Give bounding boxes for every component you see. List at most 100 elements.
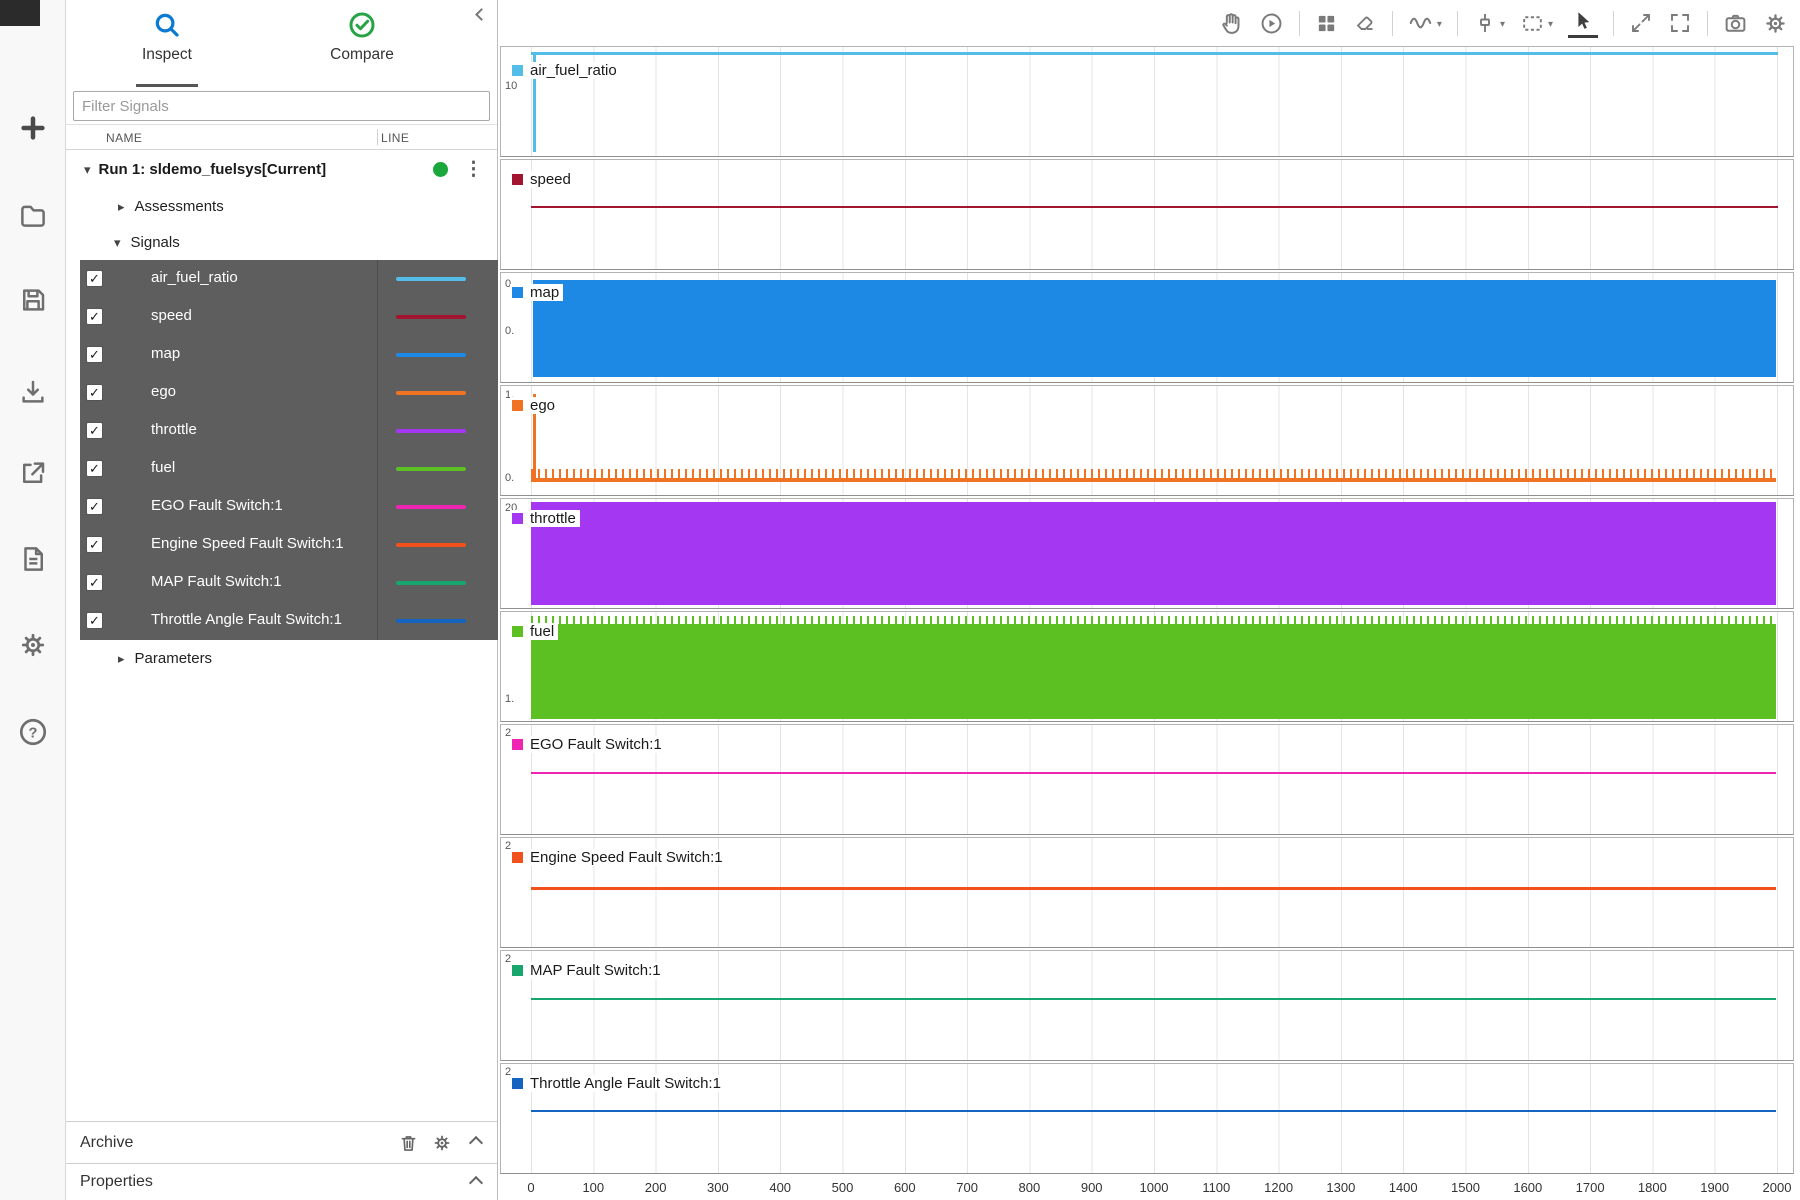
pan-button[interactable] — [1219, 11, 1244, 36]
signal-display-button[interactable] — [1408, 10, 1442, 36]
archive-section[interactable]: Archive — [66, 1121, 497, 1163]
subplot-throttle-angle-fault-switch[interactable]: 2 Throttle Angle Fault Switch:1 — [500, 1063, 1794, 1174]
archive-trash-button[interactable] — [397, 1132, 419, 1154]
signal-line-sample — [396, 543, 466, 547]
signal-checkbox[interactable] — [86, 422, 103, 439]
snapshot-button[interactable] — [1723, 11, 1748, 36]
save-button[interactable] — [13, 280, 53, 320]
signal-row[interactable]: Engine Speed Fault Switch:1 — [80, 526, 498, 564]
x-tick: 1700 — [1576, 1180, 1605, 1195]
signal-line-sample — [396, 429, 466, 433]
signal-legend: speed — [510, 171, 575, 188]
signal-checkbox[interactable] — [86, 536, 103, 553]
filter-signals-input[interactable] — [73, 91, 490, 121]
chevron-up-icon[interactable] — [469, 1176, 483, 1190]
open-button[interactable] — [13, 195, 53, 235]
x-tick: 1000 — [1140, 1180, 1169, 1195]
fullscreen-button[interactable] — [1668, 11, 1692, 35]
import-icon — [18, 377, 48, 407]
zoom-select-button[interactable] — [1520, 11, 1553, 36]
properties-section[interactable]: Properties — [66, 1163, 497, 1200]
archive-settings-button[interactable] — [431, 1132, 453, 1154]
signal-row[interactable]: ego — [80, 374, 498, 412]
signal-checkbox[interactable] — [86, 460, 103, 477]
signal-checkbox[interactable] — [86, 384, 103, 401]
group-parameters[interactable]: Parameters — [66, 640, 497, 676]
signal-checkbox[interactable] — [86, 498, 103, 515]
signal-row[interactable]: throttle — [80, 412, 498, 450]
signal-row[interactable]: Throttle Angle Fault Switch:1 — [80, 602, 498, 640]
signal-legend: air_fuel_ratio — [510, 62, 621, 79]
chevron-down-icon[interactable] — [114, 234, 121, 251]
chevron-right-icon[interactable] — [118, 198, 125, 215]
group-signals[interactable]: Signals — [66, 224, 497, 260]
signal-legend: EGO Fault Switch:1 — [510, 736, 666, 753]
signal-row[interactable]: air_fuel_ratio — [80, 260, 498, 298]
subplot-air-fuel-ratio[interactable]: 10 air_fuel_ratio — [500, 46, 1794, 157]
fit-to-view-button[interactable] — [1629, 11, 1653, 35]
chevron-down-icon[interactable] — [84, 161, 91, 178]
legend-swatch-icon — [512, 287, 523, 298]
collapse-panel-button[interactable] — [469, 4, 489, 24]
clear-plots-button[interactable] — [1353, 11, 1377, 35]
toolbar-separator — [1613, 11, 1614, 36]
legend-swatch-icon — [512, 626, 523, 637]
subplot-engine-speed-fault-switch[interactable]: 2 Engine Speed Fault Switch:1 — [500, 837, 1794, 948]
column-divider — [377, 298, 378, 336]
chevron-right-icon[interactable] — [118, 650, 125, 667]
signal-checkbox[interactable] — [86, 346, 103, 363]
signal-legend: map — [510, 284, 563, 301]
signal-row[interactable]: EGO Fault Switch:1 — [80, 488, 498, 526]
signal-row[interactable]: speed — [80, 298, 498, 336]
legend-label: map — [530, 284, 559, 301]
x-tick: 300 — [707, 1180, 729, 1195]
signal-legend: Engine Speed Fault Switch:1 — [510, 849, 727, 866]
subplot-throttle[interactable]: 20 throttle — [500, 498, 1794, 609]
signal-row[interactable]: MAP Fault Switch:1 — [80, 564, 498, 602]
chevron-down-icon — [1434, 14, 1442, 32]
layout-button[interactable] — [1315, 12, 1338, 35]
pointer-tool-button[interactable] — [1568, 8, 1598, 38]
subplot-map-fault-switch[interactable]: 2 MAP Fault Switch:1 — [500, 950, 1794, 1061]
signal-row[interactable]: fuel — [80, 450, 498, 488]
subplot-map[interactable]: 0. 0. map — [500, 272, 1794, 383]
signal-checkbox[interactable] — [86, 612, 103, 629]
pan-hand-icon — [1219, 11, 1244, 36]
plot-grid — [531, 47, 1778, 156]
subplot-ego-fault-switch[interactable]: 2 EGO Fault Switch:1 — [500, 724, 1794, 835]
signal-checkbox[interactable] — [86, 574, 103, 591]
preferences-button[interactable] — [13, 625, 53, 665]
toolbar-separator — [1457, 11, 1458, 36]
signal-wave-icon — [1408, 10, 1434, 36]
plot-grid — [531, 951, 1778, 1060]
subplot-fuel[interactable]: 1. fuel — [500, 611, 1794, 722]
add-button[interactable] — [13, 108, 53, 148]
replay-button[interactable] — [1259, 11, 1284, 36]
subplot-ego[interactable]: 1. 0. ego — [500, 385, 1794, 496]
tab-compare[interactable]: Compare — [302, 10, 422, 64]
export-button[interactable] — [13, 453, 53, 493]
replay-icon — [1259, 11, 1284, 36]
signal-checkbox[interactable] — [86, 270, 103, 287]
plot-grid — [531, 499, 1778, 608]
subplot-speed[interactable]: speed — [500, 159, 1794, 270]
signal-trace-fill — [533, 280, 1776, 377]
run-label: Run 1: sldemo_fuelsys[Current] — [99, 161, 327, 178]
tab-inspect[interactable]: Inspect — [107, 10, 227, 64]
legend-label: Throttle Angle Fault Switch:1 — [530, 1075, 721, 1092]
legend-label: air_fuel_ratio — [530, 62, 617, 79]
import-button[interactable] — [13, 372, 53, 412]
plot-settings-button[interactable] — [1763, 11, 1788, 36]
signal-row[interactable]: map — [80, 336, 498, 374]
x-tick: 400 — [769, 1180, 791, 1195]
group-assessments[interactable]: Assessments — [66, 188, 497, 224]
group-assessments-label: Assessments — [135, 198, 224, 215]
report-button[interactable] — [13, 539, 53, 579]
run-row[interactable]: Run 1: sldemo_fuelsys[Current] — [66, 150, 497, 188]
help-button[interactable]: ? — [13, 712, 53, 752]
signal-checkbox[interactable] — [86, 308, 103, 325]
kebab-menu-icon[interactable] — [464, 158, 483, 181]
chevron-up-icon[interactable] — [469, 1136, 483, 1150]
chevron-left-icon — [475, 8, 488, 21]
data-cursor-button[interactable] — [1473, 11, 1505, 35]
